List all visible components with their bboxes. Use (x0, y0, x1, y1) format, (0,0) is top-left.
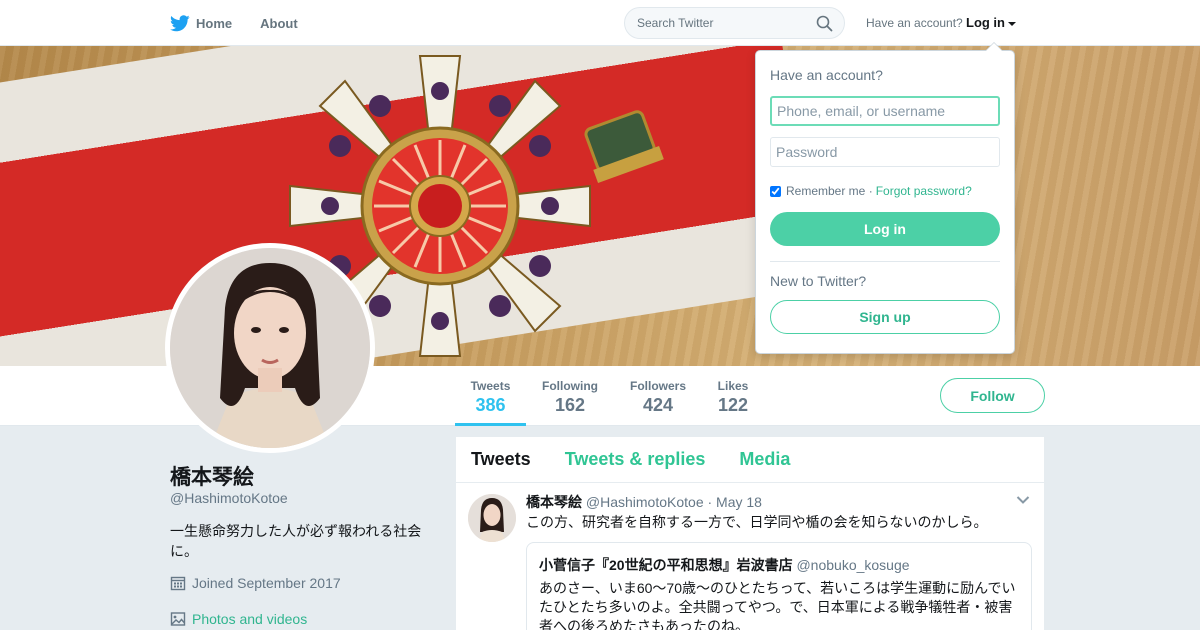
profile-joined-text: Joined September 2017 (192, 575, 341, 591)
tweet-author-avatar[interactable] (468, 494, 516, 542)
signup-button[interactable]: Sign up (770, 300, 1000, 334)
login-link-label: Log in (966, 15, 1005, 30)
search-input[interactable] (625, 8, 805, 38)
nav-left: Home About (170, 0, 326, 46)
username-input[interactable] (770, 96, 1000, 126)
stat-tweets-value: 386 (475, 395, 506, 415)
profile-avatar[interactable] (165, 243, 375, 453)
stat-following[interactable]: Following 162 (538, 366, 602, 426)
tweet-header: 橋本琴絵 @HashimotoKotoe · May 18 (526, 492, 762, 512)
follow-button[interactable]: Follow (940, 378, 1045, 413)
remember-me-label[interactable]: Remember me (786, 184, 865, 198)
tweet-author-name[interactable]: 橋本琴絵 (526, 494, 582, 510)
nav-about[interactable]: About (260, 16, 298, 31)
login-dropdown-title: Have an account? (770, 67, 883, 83)
login-button[interactable]: Log in (770, 212, 1000, 246)
login-dropdown-toggle[interactable]: Log in (966, 15, 1016, 30)
stat-followers[interactable]: Followers 424 (626, 366, 690, 426)
avatar-portrait-image (170, 248, 370, 448)
dropdown-divider (770, 261, 1000, 262)
profile-handle[interactable]: @HashimotoKotoe (170, 490, 288, 506)
quoted-author-handle: @nobuko_kosuge (796, 557, 910, 573)
stat-likes-label: Likes (717, 379, 749, 393)
nav-home-label: Home (196, 15, 233, 31)
image-icon (170, 612, 186, 626)
profile-bio: 一生懸命努力した人が必ず報われる社会に。 (170, 523, 422, 559)
quoted-author-name: 小菅信子『20世紀の平和思想』岩波書店 (539, 557, 793, 573)
forgot-password-link[interactable]: Forgot password? (876, 184, 972, 198)
stat-likes-value: 122 (717, 395, 749, 415)
nav-home[interactable]: Home (170, 14, 233, 32)
stat-likes[interactable]: Likes 122 (712, 366, 754, 426)
stat-following-value: 162 (554, 395, 586, 415)
caret-down-icon (1008, 21, 1016, 26)
tweet-date[interactable]: · May 18 (708, 494, 762, 510)
stat-tweets[interactable]: Tweets 386 (455, 366, 526, 426)
twitter-bird-icon (170, 14, 190, 31)
separator-dot: · (868, 184, 873, 198)
tweet-text: この方、研究者を自称する一方で、日学同や楯の会を知らないのかしら。 (526, 514, 988, 530)
password-input[interactable] (770, 137, 1000, 167)
photos-videos-link[interactable]: Photos and videos (170, 611, 307, 627)
search-box (624, 7, 845, 39)
quoted-tweet-header: 小菅信子『20世紀の平和思想』岩波書店 @nobuko_kosuge (539, 555, 1019, 575)
photos-videos-label: Photos and videos (192, 611, 308, 627)
have-account-text: Have an account? (866, 16, 963, 30)
stat-tweets-label: Tweets (470, 379, 511, 393)
chevron-down-icon[interactable] (1016, 495, 1030, 505)
new-to-twitter-text: New to Twitter? (770, 273, 867, 289)
profile-name: 橋本琴絵 (170, 466, 254, 489)
profile-joined: Joined September 2017 (170, 575, 341, 591)
calendar-icon (170, 576, 186, 591)
tweet-avatar-image (468, 494, 516, 542)
login-dropdown: Have an account? Remember me · Forgot pa… (755, 42, 1015, 354)
top-navbar: Home About Have an account? Log in (0, 0, 1200, 46)
nav-about-label: About (260, 15, 298, 31)
remember-me-checkbox[interactable] (770, 185, 781, 197)
remember-row: Remember me · Forgot password? (770, 184, 972, 198)
stat-following-label: Following (542, 379, 598, 393)
quoted-tweet[interactable]: 小菅信子『20世紀の平和思想』岩波書店 @nobuko_kosuge あのさー、… (526, 542, 1032, 630)
stat-followers-value: 424 (642, 395, 674, 415)
tweet-author-handle[interactable]: @HashimotoKotoe (586, 494, 704, 510)
stat-followers-label: Followers (629, 379, 686, 393)
tweet-item[interactable]: 橋本琴絵 @HashimotoKotoe · May 18 この方、研究者を自称… (456, 437, 1044, 630)
search-icon[interactable] (816, 15, 833, 32)
quoted-tweet-text: あのさー、いま60～70歳～のひとたちって、若いころは学生運動に励んでいたひとた… (539, 580, 1016, 630)
